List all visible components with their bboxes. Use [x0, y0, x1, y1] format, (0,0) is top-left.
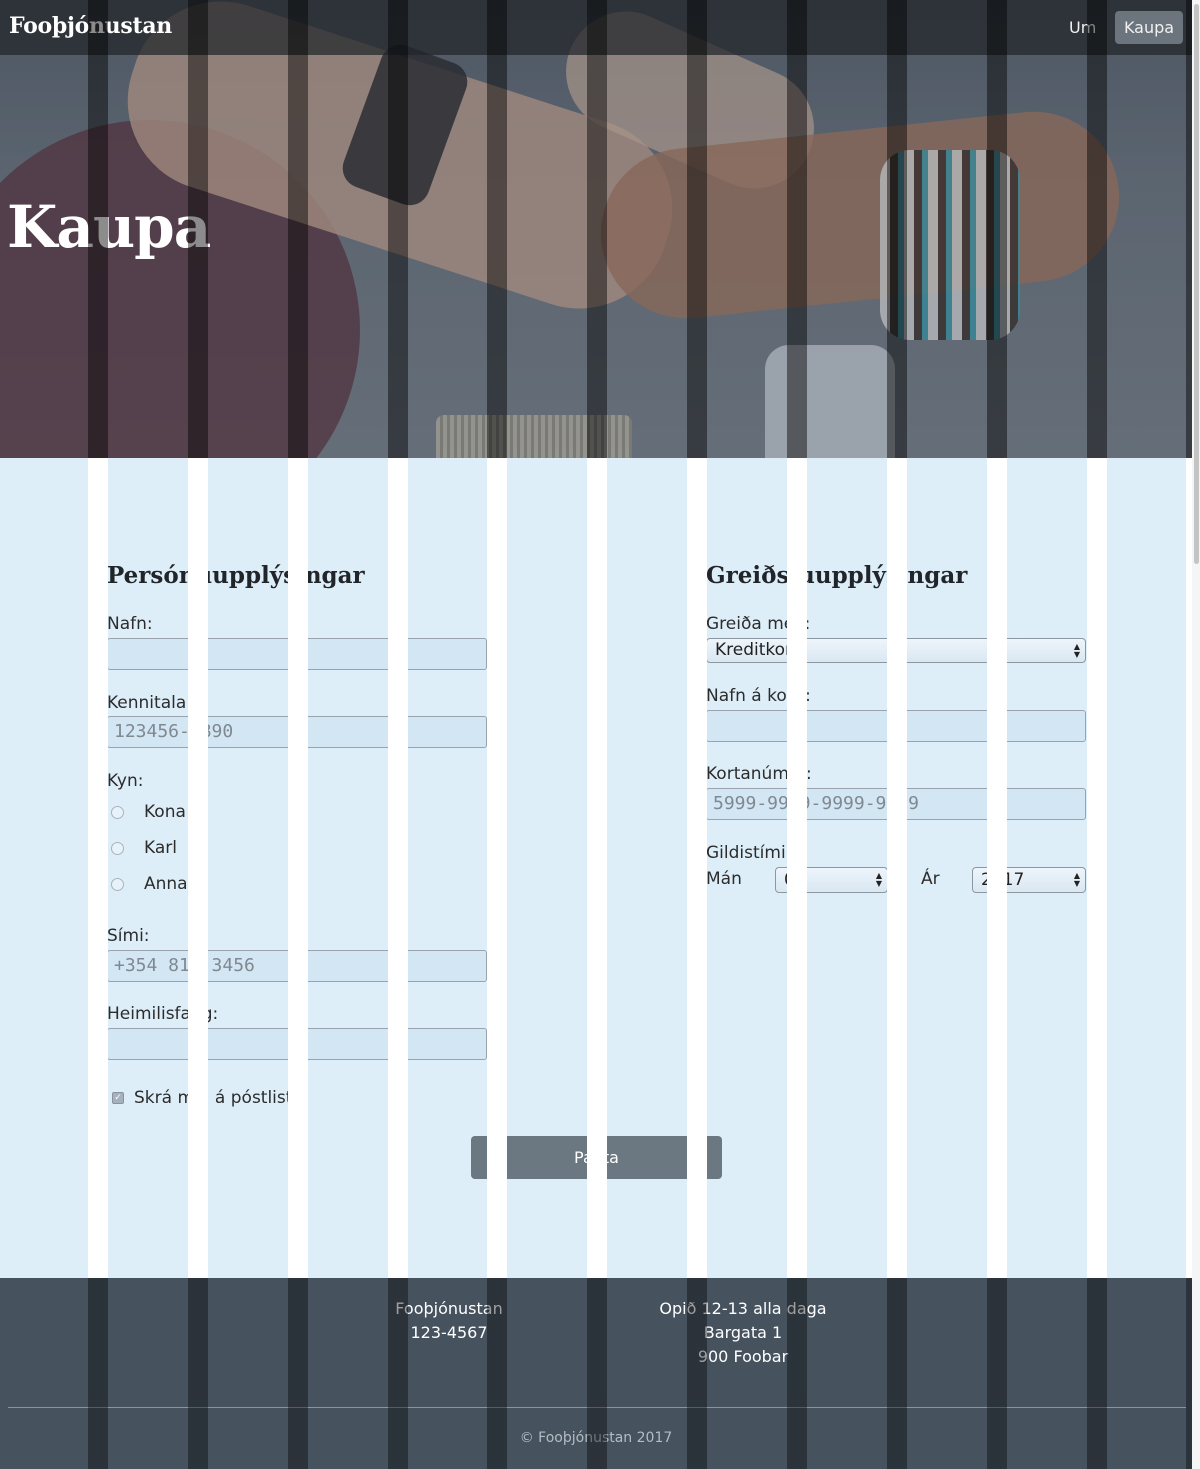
address-label: Heimilisfang: — [107, 1004, 219, 1024]
kennitala-label: Kennitala: — [107, 693, 192, 713]
year-label: Ár — [921, 869, 940, 889]
footer-phone: 123-4567 — [410, 1323, 488, 1342]
gender-radio-kona[interactable] — [111, 806, 124, 819]
address-input[interactable] — [107, 1028, 487, 1060]
submit-order-button[interactable]: Panta — [471, 1136, 722, 1179]
nav-link-kaupa[interactable]: Kaupa — [1115, 11, 1183, 44]
gender-option-label: Karl — [144, 838, 177, 858]
select-arrows-icon: ▲ ▼ — [1073, 871, 1080, 888]
payment-method-label: Greiða með: — [706, 614, 811, 634]
nav-link-um[interactable]: Um — [1060, 11, 1105, 44]
footer-street: Bargata 1 — [703, 1323, 783, 1342]
gender-option-label: Annað — [144, 874, 198, 894]
month-select[interactable]: 01 ▲ ▼ — [775, 867, 888, 893]
footer-address: Opið 12-13 alla daga Bargata 1 900 Fooba… — [613, 1297, 873, 1369]
navbar: Fooþjónustan Um Kaupa — [0, 0, 1200, 55]
select-arrows-icon: ▲ ▼ — [1073, 641, 1080, 659]
scrollbar-thumb[interactable] — [1194, 4, 1199, 564]
hero-header: Fooþjónustan Um Kaupa Kaupa — [0, 0, 1200, 458]
personal-info-title: Persónuupplýsingar — [107, 562, 365, 589]
payment-method-select[interactable]: Kreditkorti ▲ ▼ — [706, 638, 1086, 663]
phone-label: Sími: — [107, 926, 150, 946]
kennitala-input[interactable]: 123456-7890 — [107, 716, 487, 748]
footer: Fooþjónustan 123-4567 Opið 12-13 alla da… — [0, 1278, 1200, 1469]
mailing-list-checkbox[interactable]: ✓ — [112, 1092, 124, 1104]
order-form: Persónuupplýsingar Nafn: Kennitala: 1234… — [0, 458, 1200, 1278]
gender-radio-annad[interactable] — [111, 878, 124, 891]
footer-divider — [8, 1407, 1186, 1408]
gender-label: Kyn: — [107, 771, 144, 791]
footer-city: 900 Foobar — [697, 1347, 789, 1366]
phone-input[interactable]: +354 812 3456 — [107, 950, 487, 982]
name-label: Nafn: — [107, 614, 153, 634]
payment-info-title: Greiðsluupplýsingar — [706, 562, 968, 589]
footer-copyright: © Fooþjónustan 2017 — [519, 1430, 673, 1446]
gender-option-label: Kona — [144, 802, 186, 822]
expiry-label: Gildistími: — [706, 843, 792, 863]
select-arrows-icon: ▲ ▼ — [875, 871, 882, 888]
gender-radio-karl[interactable] — [111, 842, 124, 855]
page-title: Kaupa — [7, 193, 211, 261]
card-name-input[interactable] — [706, 710, 1086, 742]
payment-method-value: Kreditkorti — [715, 640, 804, 660]
year-select[interactable]: 2017 ▲ ▼ — [972, 867, 1086, 893]
month-value: 01 — [784, 870, 806, 890]
footer-hours: Opið 12-13 alla daga — [659, 1299, 827, 1318]
footer-company: Fooþjónustan — [395, 1299, 503, 1318]
year-value: 2017 — [981, 870, 1025, 890]
card-number-label: Kortanúmer: — [706, 764, 812, 784]
brand-link[interactable]: Fooþjónustan — [9, 13, 172, 39]
month-label: Mán — [706, 869, 742, 889]
card-name-label: Nafn á korti: — [706, 686, 811, 706]
card-number-input[interactable]: 5999-9999-9999-9999 — [706, 788, 1086, 820]
mailing-list-label: Skrá mig á póstlista — [134, 1088, 303, 1108]
name-input[interactable] — [107, 638, 487, 670]
footer-contact: Fooþjónustan 123-4567 — [349, 1297, 549, 1345]
